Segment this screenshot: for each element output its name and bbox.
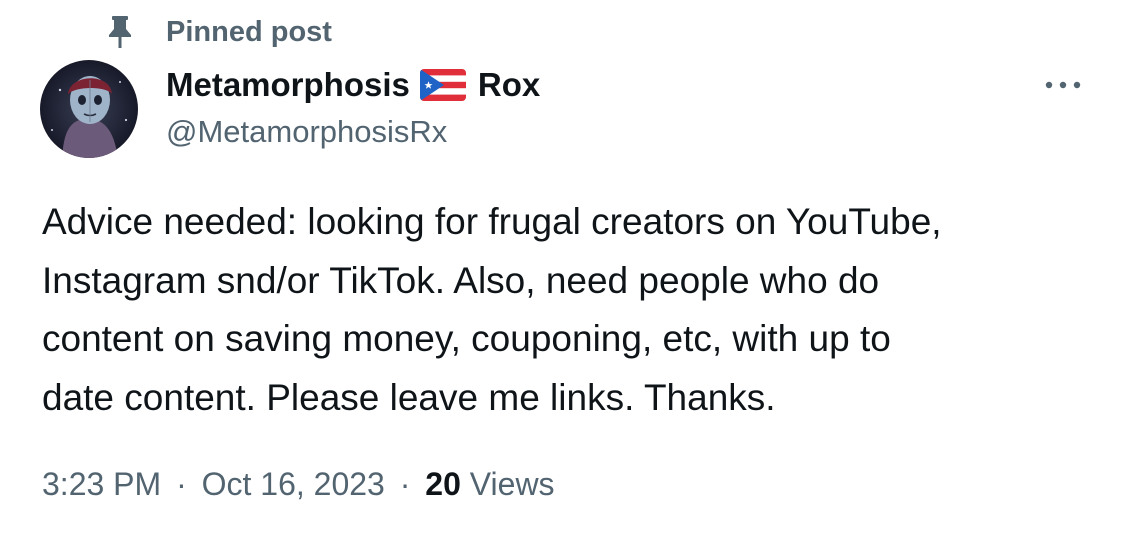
- separator-dot: ·: [176, 466, 187, 502]
- pinned-indicator: Pinned post: [104, 12, 332, 52]
- author-name-start[interactable]: Metamorphosis: [166, 66, 410, 104]
- author-name-end[interactable]: Rox: [478, 66, 540, 104]
- views-count[interactable]: 20: [425, 466, 461, 502]
- puerto-rico-flag-icon: [419, 69, 466, 101]
- post-text-line: Instagram snd/or TikTok. Also, need peop…: [42, 259, 880, 301]
- pin-icon: [104, 12, 136, 52]
- author-handle[interactable]: @MetamorphosisRx: [166, 114, 447, 150]
- post-metadata: 3:23 PM · Oct 16, 2023 · 20 Views: [42, 466, 555, 503]
- avatar[interactable]: [40, 60, 138, 158]
- post-date[interactable]: Oct 16, 2023: [202, 466, 385, 502]
- author-display-name[interactable]: Metamorphosis Rox: [166, 64, 540, 106]
- post-text: Advice needed: looking for frugal creato…: [42, 193, 1102, 427]
- more-options-button[interactable]: [1034, 68, 1092, 104]
- pinned-label: Pinned post: [166, 16, 332, 48]
- more-icon: [1043, 77, 1083, 95]
- separator-dot: ·: [399, 466, 411, 502]
- post-text-line: date content. Please leave me links. Tha…: [42, 376, 776, 418]
- post-text-line: Advice needed: looking for frugal creato…: [42, 201, 942, 242]
- post-time[interactable]: 3:23 PM: [42, 466, 161, 502]
- views-label[interactable]: Views: [470, 466, 555, 502]
- post-text-line: content on saving money, couponing, etc,…: [42, 318, 891, 359]
